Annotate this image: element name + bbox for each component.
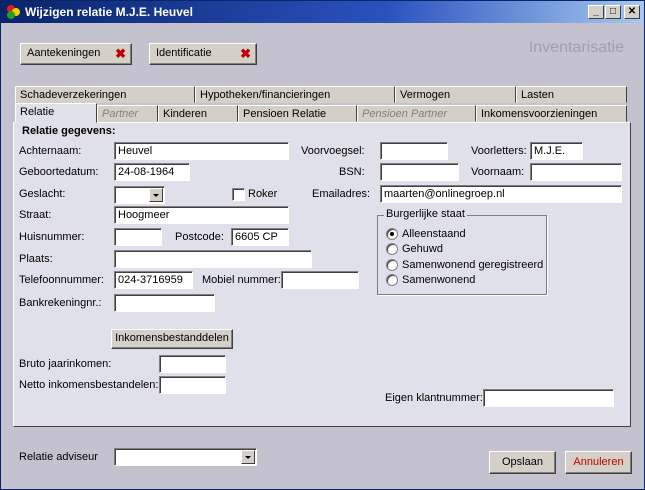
window-title: Wijzigen relatie M.J.E. Heuvel xyxy=(25,5,193,19)
postcode-field[interactable]: 6605 CP xyxy=(231,228,289,246)
email-field[interactable]: maarten@onlinegroep.nl xyxy=(380,185,622,203)
radio-gehuwd-label[interactable]: Gehuwd xyxy=(402,243,443,255)
dialog-window: Wijzigen relatie M.J.E. Heuvel _ □ ✕ Aan… xyxy=(0,0,645,490)
netto-field[interactable] xyxy=(159,376,226,394)
cancel-button[interactable]: Annuleren xyxy=(565,451,632,474)
geslacht-select[interactable] xyxy=(114,186,165,204)
radio-gehuwd[interactable] xyxy=(386,243,398,255)
radio-alleenstaand[interactable] xyxy=(386,228,398,240)
identification-button-label: Identificatie xyxy=(156,47,212,59)
adviseur-label: Relatie adviseur xyxy=(19,451,98,463)
page-heading: Inventarisatie xyxy=(528,39,624,56)
geboortedatum-field[interactable]: 24-08-1964 xyxy=(114,163,190,181)
bank-field[interactable] xyxy=(114,294,215,312)
plaats-label: Plaats: xyxy=(19,253,53,265)
radio-samenwonend-geregistreerd-label[interactable]: Samenwonend geregistreerd xyxy=(402,259,543,271)
bruto-label: Bruto jaarinkomen: xyxy=(19,358,112,370)
straat-field[interactable]: Hoogmeer xyxy=(114,206,289,224)
geboortedatum-label: Geboortedatum: xyxy=(19,166,99,178)
delete-identification-icon: ✖ xyxy=(240,46,251,61)
save-button[interactable]: Opslaan xyxy=(489,451,556,474)
postcode-label: Postcode: xyxy=(175,231,224,243)
klantnummer-label: Eigen klantnummer: xyxy=(385,392,483,404)
radio-samenwonend[interactable] xyxy=(386,274,398,286)
voorvoegsel-field[interactable] xyxy=(380,142,448,160)
maximize-button[interactable]: □ xyxy=(605,5,621,19)
tab-inkomensvoorzieningen[interactable]: Inkomensvoorzieningen xyxy=(476,105,627,122)
voornaam-label: Voornaam: xyxy=(471,166,525,178)
delete-notes-icon: ✖ xyxy=(115,46,126,61)
telefoon-label: Telefoonnummer: xyxy=(19,274,104,286)
plaats-field[interactable] xyxy=(114,250,312,268)
tab-partner[interactable]: Partner xyxy=(97,105,158,122)
notes-button[interactable]: Aantekeningen ✖ xyxy=(20,43,132,65)
email-label: Emailadres: xyxy=(312,188,371,200)
app-icon xyxy=(7,5,20,19)
bsn-label: BSN: xyxy=(339,166,365,178)
inkomensbestanddelen-button[interactable]: Inkomensbestanddelen xyxy=(111,329,233,349)
chevron-down-icon[interactable] xyxy=(149,188,163,202)
tab-vermogen[interactable]: Vermogen xyxy=(395,86,516,103)
close-button[interactable]: ✕ xyxy=(624,5,640,19)
huisnummer-label: Huisnummer: xyxy=(19,231,85,243)
identification-button[interactable]: Identificatie ✖ xyxy=(149,43,257,65)
klantnummer-field[interactable] xyxy=(483,389,614,407)
section-title: Relatie gegevens: xyxy=(22,125,116,137)
title-bar[interactable]: Wijzigen relatie M.J.E. Heuvel _ □ ✕ xyxy=(1,1,644,23)
tab-pensioen-relatie[interactable]: Pensioen Relatie xyxy=(238,105,357,122)
burgerlijke-staat-legend: Burgerlijke staat xyxy=(384,208,467,220)
minimize-button[interactable]: _ xyxy=(588,5,604,19)
notes-button-label: Aantekeningen xyxy=(27,47,101,59)
geslacht-label: Geslacht: xyxy=(19,188,66,200)
radio-samenwonend-geregistreerd[interactable] xyxy=(386,259,398,271)
bank-label: Bankrekeningnr.: xyxy=(19,297,102,309)
voorvoegsel-label: Voorvoegsel: xyxy=(301,145,365,157)
adviseur-select[interactable] xyxy=(114,448,257,466)
radio-alleenstaand-label[interactable]: Alleenstaand xyxy=(402,228,466,240)
voorletters-field[interactable]: M.J.E. xyxy=(530,142,583,160)
roker-label: Roker xyxy=(248,188,278,200)
roker-checkbox[interactable] xyxy=(232,188,245,201)
tab-pensioen-partner[interactable]: Pensioen Partner xyxy=(357,105,476,122)
mobiel-field[interactable] xyxy=(281,271,359,289)
huisnummer-field[interactable] xyxy=(114,228,162,246)
achternaam-field[interactable]: Heuvel xyxy=(114,142,289,160)
bsn-field[interactable] xyxy=(380,163,459,181)
telefoon-field[interactable]: 024-3716959 xyxy=(114,271,193,289)
achternaam-label: Achternaam: xyxy=(19,145,82,157)
chevron-down-icon[interactable] xyxy=(241,450,255,464)
mobiel-label: Mobiel nummer: xyxy=(202,274,281,286)
radio-samenwonend-label[interactable]: Samenwonend xyxy=(402,274,475,286)
netto-label: Netto inkomensbestandelen: xyxy=(19,379,159,391)
tab-hypotheken[interactable]: Hypotheken/financieringen xyxy=(195,86,395,103)
tab-kinderen[interactable]: Kinderen xyxy=(158,105,238,122)
voornaam-field[interactable] xyxy=(530,163,622,181)
tab-lasten[interactable]: Lasten xyxy=(516,86,627,103)
tab-relatie[interactable]: Relatie xyxy=(15,103,97,123)
voorletters-label: Voorletters: xyxy=(471,145,527,157)
tab-schadeverzekeringen[interactable]: Schadeverzekeringen xyxy=(15,86,195,103)
bruto-field[interactable] xyxy=(159,355,226,373)
straat-label: Straat: xyxy=(19,209,52,221)
